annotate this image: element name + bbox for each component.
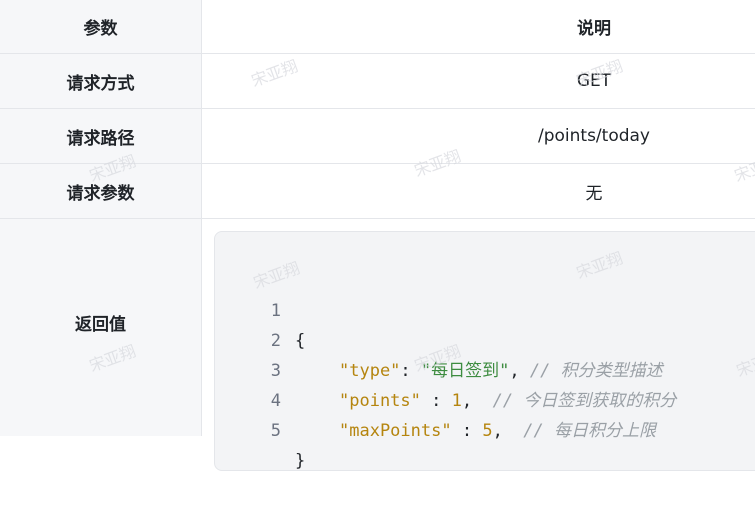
- code-brace: {: [295, 331, 306, 351]
- header-param-cell: 参数: [0, 0, 202, 53]
- row-label-cell: 请求路径: [0, 109, 202, 163]
- code-comment: // 积分类型描述: [519, 361, 663, 381]
- code-sep: :: [420, 391, 452, 411]
- code-brace: }: [295, 451, 306, 471]
- table-row-path: 请求路径 /points/today: [0, 109, 755, 164]
- row-value: /points/today: [537, 126, 650, 146]
- code-value: 1: [451, 391, 462, 411]
- code-key: "type": [339, 361, 401, 381]
- code-value: 5: [482, 421, 493, 441]
- code-sep: :: [451, 421, 483, 441]
- table-header-row: 参数 说明: [0, 0, 755, 54]
- row-label: 请求参数: [66, 183, 135, 204]
- table-row-params: 请求参数 无: [0, 164, 755, 219]
- table-row-return: 返回值 1 { 2 "type": "每日签到", // 积分类型描述 3 "p…: [0, 219, 755, 471]
- code-key: "points": [339, 391, 421, 411]
- row-value: 无: [585, 183, 603, 204]
- code-tail: ,: [461, 391, 473, 411]
- code-key: "maxPoints": [339, 421, 452, 441]
- code-line: 3 "points" : 1, // 今日签到获取的积分: [215, 326, 677, 411]
- code-tail: ,: [509, 361, 520, 381]
- row-label-cell: 请求参数: [0, 164, 202, 218]
- code-tail: ,: [492, 421, 503, 441]
- code-line: 5 }: [215, 386, 306, 471]
- code-line: 4 "maxPoints" : 5, // 每日积分上限: [215, 356, 656, 441]
- header-desc-cell: 说明: [203, 0, 755, 53]
- header-param-label: 参数: [83, 19, 118, 39]
- code-line: 1 {: [215, 266, 306, 351]
- row-value-cell: /points/today: [203, 109, 755, 163]
- code-comment: // 今日签到获取的积分: [472, 391, 677, 411]
- header-desc-label: 说明: [577, 19, 611, 39]
- row-label-cell: 请求方式: [0, 54, 202, 108]
- code-block: 1 { 2 "type": "每日签到", // 积分类型描述 3 "point…: [214, 231, 755, 471]
- row-value: GET: [576, 71, 612, 91]
- line-number: 5: [270, 421, 281, 441]
- row-label: 返回值: [75, 315, 126, 335]
- table-row-method: 请求方式 GET: [0, 54, 755, 109]
- row-label: 请求方式: [66, 73, 135, 94]
- row-label: 请求路径: [66, 128, 135, 149]
- code-comment: // 每日积分上限: [502, 421, 656, 441]
- code-sep: :: [400, 361, 421, 381]
- row-label-cell: 返回值: [0, 219, 202, 436]
- code-line: 2 "type": "每日签到", // 积分类型描述: [215, 296, 663, 381]
- row-value-cell: 无: [203, 164, 755, 218]
- code-value: "每日签到": [420, 361, 510, 381]
- row-value-cell: GET: [203, 54, 755, 108]
